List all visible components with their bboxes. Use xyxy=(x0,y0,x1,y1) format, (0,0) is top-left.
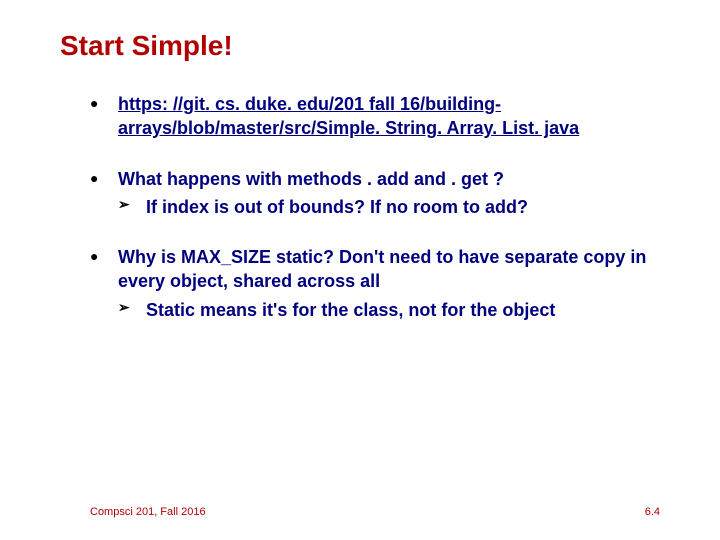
sub-bullet-item: Static means it's for the class, not for… xyxy=(118,298,660,322)
bullet-text: What happens with methods . add and . ge… xyxy=(118,169,504,189)
footer-left: Compsci 201, Fall 2016 xyxy=(90,506,206,518)
slide-content: https: //git. cs. duke. edu/201 fall 16/… xyxy=(60,92,660,322)
sub-bullet-item: If index is out of bounds? If no room to… xyxy=(118,195,660,219)
bullet-list: https: //git. cs. duke. edu/201 fall 16/… xyxy=(90,92,660,322)
slide-title: Start Simple! xyxy=(60,30,660,62)
sub-bullet-list: If index is out of bounds? If no room to… xyxy=(118,195,660,219)
footer-right: 6.4 xyxy=(645,506,660,518)
bullet-item: What happens with methods . add and . ge… xyxy=(90,167,660,220)
bullet-text: Why is MAX_SIZE static? Don't need to ha… xyxy=(118,247,646,291)
sub-bullet-list: Static means it's for the class, not for… xyxy=(118,298,660,322)
source-link[interactable]: https: //git. cs. duke. edu/201 fall 16/… xyxy=(118,94,579,138)
bullet-item: Why is MAX_SIZE static? Don't need to ha… xyxy=(90,245,660,322)
bullet-item: https: //git. cs. duke. edu/201 fall 16/… xyxy=(90,92,660,141)
slide-footer: Compsci 201, Fall 2016 6.4 xyxy=(90,506,660,518)
